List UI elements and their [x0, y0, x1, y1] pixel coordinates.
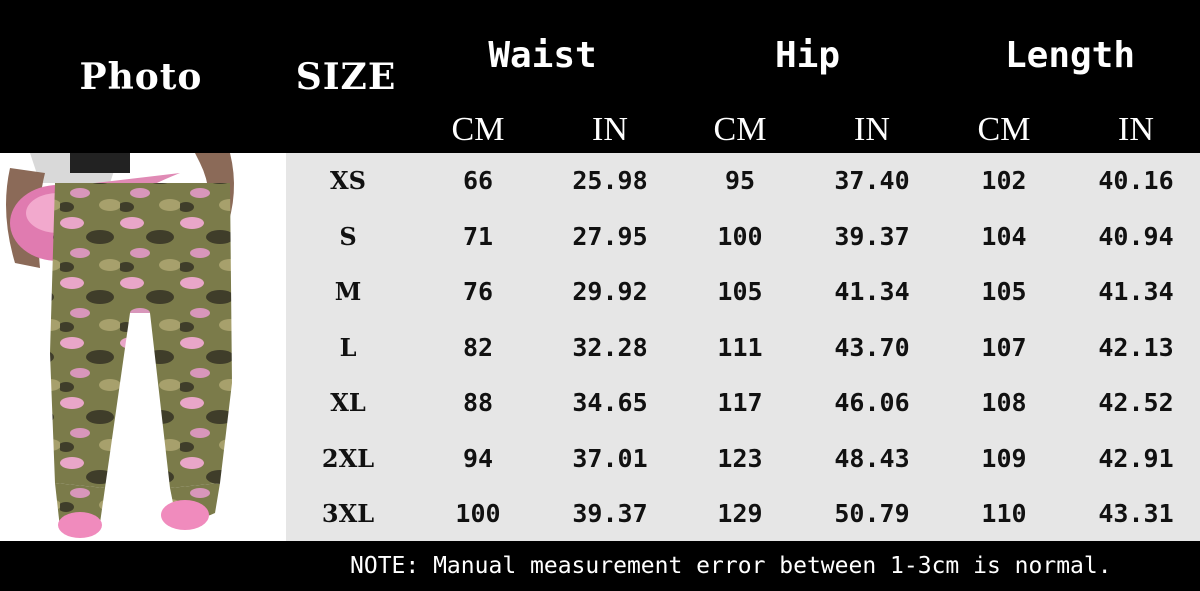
- table-row: XL 88 34.65 117 46.06 108 42.52: [286, 375, 1200, 430]
- hip-group-header: Hip: [774, 34, 841, 76]
- waist-cm-cell: 88: [462, 388, 494, 417]
- length-in-header: IN: [1118, 111, 1154, 148]
- length-cm-header: CM: [977, 111, 1031, 148]
- size-cell: 3XL: [321, 499, 375, 528]
- measurement-note: NOTE: Manual measurement error between 1…: [350, 553, 1112, 579]
- product-photo: [0, 153, 282, 541]
- waist-in-cell: 32.28: [572, 332, 648, 362]
- length-cm-cell: 107: [981, 332, 1027, 362]
- size-cell: XS: [330, 166, 366, 195]
- waist-cm-cell: 100: [455, 499, 501, 528]
- waist-in-cell: 34.65: [572, 388, 648, 417]
- size-cell: XL: [330, 388, 366, 417]
- size-column-header: SIZE: [295, 55, 397, 98]
- photo-column-header: Photo: [79, 55, 203, 98]
- length-cm-cell: 110: [981, 499, 1027, 528]
- hip-cm-header: CM: [713, 111, 767, 148]
- size-cell: S: [339, 221, 357, 251]
- length-cm-cell: 105: [981, 277, 1027, 306]
- hip-in-cell: 48.43: [834, 443, 910, 473]
- hip-cm-cell: 129: [717, 499, 763, 528]
- hip-cm-cell: 123: [717, 443, 763, 473]
- waist-cm-cell: 71: [462, 221, 494, 251]
- length-in-cell: 42.13: [1098, 332, 1174, 362]
- hip-cm-cell: 95: [724, 166, 756, 195]
- table-row: 3XL 100 39.37 129 50.79 110 43.31: [286, 486, 1200, 541]
- waist-in-cell: 37.01: [572, 443, 648, 473]
- size-cell: 2XL: [321, 443, 375, 473]
- table-row: M 76 29.92 105 41.34 105 41.34: [286, 264, 1200, 319]
- hip-in-cell: 41.34: [834, 277, 910, 306]
- hip-in-cell: 50.79: [834, 499, 910, 528]
- waist-cm-cell: 82: [462, 332, 494, 362]
- table-row: S 71 27.95 100 39.37 104 40.94: [286, 209, 1200, 264]
- waist-cm-cell: 66: [462, 166, 494, 195]
- size-cell: M: [334, 277, 362, 306]
- hip-in-cell: 37.40: [834, 166, 910, 195]
- length-cm-cell: 108: [981, 388, 1027, 417]
- waist-cm-header: CM: [451, 111, 505, 148]
- length-cm-cell: 104: [981, 221, 1027, 251]
- hip-cm-cell: 100: [717, 221, 763, 251]
- hip-cm-cell: 105: [717, 277, 763, 306]
- size-cell: L: [339, 332, 357, 362]
- hip-in-cell: 43.70: [834, 332, 910, 362]
- table-row: L 82 32.28 111 43.70 107 42.13: [286, 320, 1200, 375]
- waist-in-header: IN: [592, 111, 628, 148]
- waist-in-cell: 39.37: [572, 499, 648, 528]
- hip-cm-cell: 117: [717, 388, 763, 417]
- hip-in-header: IN: [854, 111, 890, 148]
- length-cm-cell: 102: [981, 166, 1027, 195]
- table-header: Photo SIZE Waist Hip Length CM IN CM IN …: [0, 0, 1200, 153]
- length-group-header: Length: [1004, 34, 1136, 76]
- waist-cm-cell: 94: [462, 443, 494, 473]
- hip-in-cell: 46.06: [834, 388, 910, 417]
- length-in-cell: 40.94: [1098, 221, 1174, 251]
- length-in-cell: 42.52: [1098, 388, 1174, 417]
- length-in-cell: 43.31: [1098, 499, 1174, 528]
- length-in-cell: 42.91: [1098, 443, 1174, 473]
- note-bar: NOTE: Manual measurement error between 1…: [0, 541, 1200, 591]
- length-in-cell: 41.34: [1098, 277, 1174, 306]
- waist-in-cell: 25.98: [572, 166, 648, 195]
- table-row: 2XL 94 37.01 123 48.43 109 42.91: [286, 431, 1200, 486]
- length-cm-cell: 109: [981, 443, 1027, 473]
- waist-cm-cell: 76: [462, 277, 494, 306]
- camo-pants-illustration: [6, 153, 234, 538]
- waist-in-cell: 29.92: [572, 277, 648, 306]
- length-in-cell: 40.16: [1098, 166, 1174, 195]
- table-row: XS 66 25.98 95 37.40 102 40.16: [286, 153, 1200, 208]
- waist-group-header: Waist: [488, 34, 597, 76]
- hip-in-cell: 39.37: [834, 221, 910, 251]
- waist-in-cell: 27.95: [572, 221, 648, 251]
- hip-cm-cell: 111: [717, 332, 763, 362]
